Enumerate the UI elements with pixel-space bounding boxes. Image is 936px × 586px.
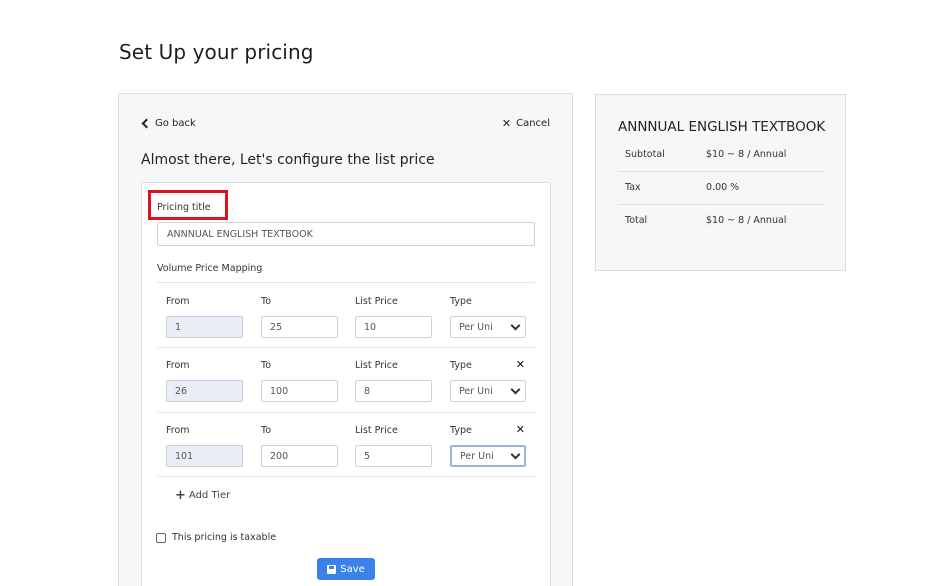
type-select-value: Per Uni xyxy=(459,385,493,397)
pricing-setup-panel: Go back ✕ Cancel Almost there, Let's con… xyxy=(118,93,573,586)
chevron-left-icon xyxy=(141,118,152,129)
to-input[interactable]: 200 xyxy=(261,445,338,467)
save-icon xyxy=(327,564,337,574)
divider xyxy=(157,282,535,283)
list-price-input[interactable]: 8 xyxy=(355,380,432,402)
go-back-link[interactable]: Go back xyxy=(141,118,196,129)
divider xyxy=(157,412,535,413)
type-label: Type xyxy=(450,296,472,307)
taxable-checkbox[interactable] xyxy=(156,532,166,543)
remove-tier-icon[interactable]: ✕ xyxy=(516,358,525,371)
summary-row-label: Total xyxy=(625,215,648,226)
from-input: 1 xyxy=(166,316,243,338)
summary-row-total: Total $10 ~ 8 / Annual xyxy=(618,204,824,237)
summary-row-subtotal: Subtotal $10 ~ 8 / Annual xyxy=(618,138,824,171)
close-icon: ✕ xyxy=(501,117,512,130)
from-label: From xyxy=(166,296,190,307)
summary-row-value: 0.00 % xyxy=(706,182,740,193)
add-tier-button[interactable]: + Add Tier xyxy=(175,489,230,502)
configure-heading: Almost there, Let's configure the list p… xyxy=(141,152,435,168)
volume-mapping-label: Volume Price Mapping xyxy=(157,263,263,274)
summary-row-label: Subtotal xyxy=(625,149,665,160)
from-label: From xyxy=(166,425,190,436)
from-label: From xyxy=(166,360,190,371)
page-title: Set Up your pricing xyxy=(119,40,314,64)
from-input: 101 xyxy=(166,445,243,467)
to-label: To xyxy=(261,296,272,307)
type-label: Type xyxy=(450,360,472,371)
cancel-link[interactable]: ✕ Cancel xyxy=(502,118,550,129)
go-back-label: Go back xyxy=(155,118,196,129)
taxable-label: This pricing is taxable xyxy=(172,532,277,543)
to-label: To xyxy=(261,360,272,371)
chevron-down-icon xyxy=(510,449,521,460)
pricing-summary-panel: ANNNUAL ENGLISH TEXTBOOK Subtotal $10 ~ … xyxy=(595,94,846,271)
summary-title: ANNNUAL ENGLISH TEXTBOOK xyxy=(618,119,826,135)
tier-row: From To List Price Type ✕ 26 100 8 Per U… xyxy=(157,358,535,420)
pricing-title-input[interactable]: ANNNUAL ENGLISH TEXTBOOK xyxy=(157,222,535,246)
summary-row-label: Tax xyxy=(625,182,641,193)
pricing-title-label: Pricing title xyxy=(157,202,211,213)
save-label: Save xyxy=(340,563,365,575)
type-select-value: Per Uni xyxy=(459,321,493,333)
type-select-value: Per Uni xyxy=(460,450,494,462)
from-input: 26 xyxy=(166,380,243,402)
taxable-option: This pricing is taxable xyxy=(156,532,276,543)
summary-row-tax: Tax 0.00 % xyxy=(618,171,824,204)
list-price-label: List Price xyxy=(355,296,398,307)
type-select[interactable]: Per Uni xyxy=(450,380,526,402)
cancel-label: Cancel xyxy=(516,118,550,129)
pricing-form: Pricing title ANNNUAL ENGLISH TEXTBOOK V… xyxy=(141,182,551,586)
summary-row-value: $10 ~ 8 / Annual xyxy=(706,215,787,226)
divider xyxy=(157,347,535,348)
type-select[interactable]: Per Uni xyxy=(450,316,526,338)
save-button[interactable]: Save xyxy=(317,558,375,580)
to-label: To xyxy=(261,425,272,436)
plus-icon: + xyxy=(175,488,186,503)
type-select[interactable]: Per Uni xyxy=(450,445,526,467)
add-tier-label: Add Tier xyxy=(188,490,231,501)
summary-row-value: $10 ~ 8 / Annual xyxy=(706,149,787,160)
remove-tier-icon[interactable]: ✕ xyxy=(516,423,525,436)
list-price-label: List Price xyxy=(355,425,398,436)
chevron-down-icon xyxy=(510,384,521,395)
divider xyxy=(157,476,535,477)
chevron-down-icon xyxy=(510,320,521,331)
list-price-label: List Price xyxy=(355,360,398,371)
to-input[interactable]: 25 xyxy=(261,316,338,338)
list-price-input[interactable]: 5 xyxy=(355,445,432,467)
list-price-input[interactable]: 10 xyxy=(355,316,432,338)
type-label: Type xyxy=(450,425,472,436)
to-input[interactable]: 100 xyxy=(261,380,338,402)
